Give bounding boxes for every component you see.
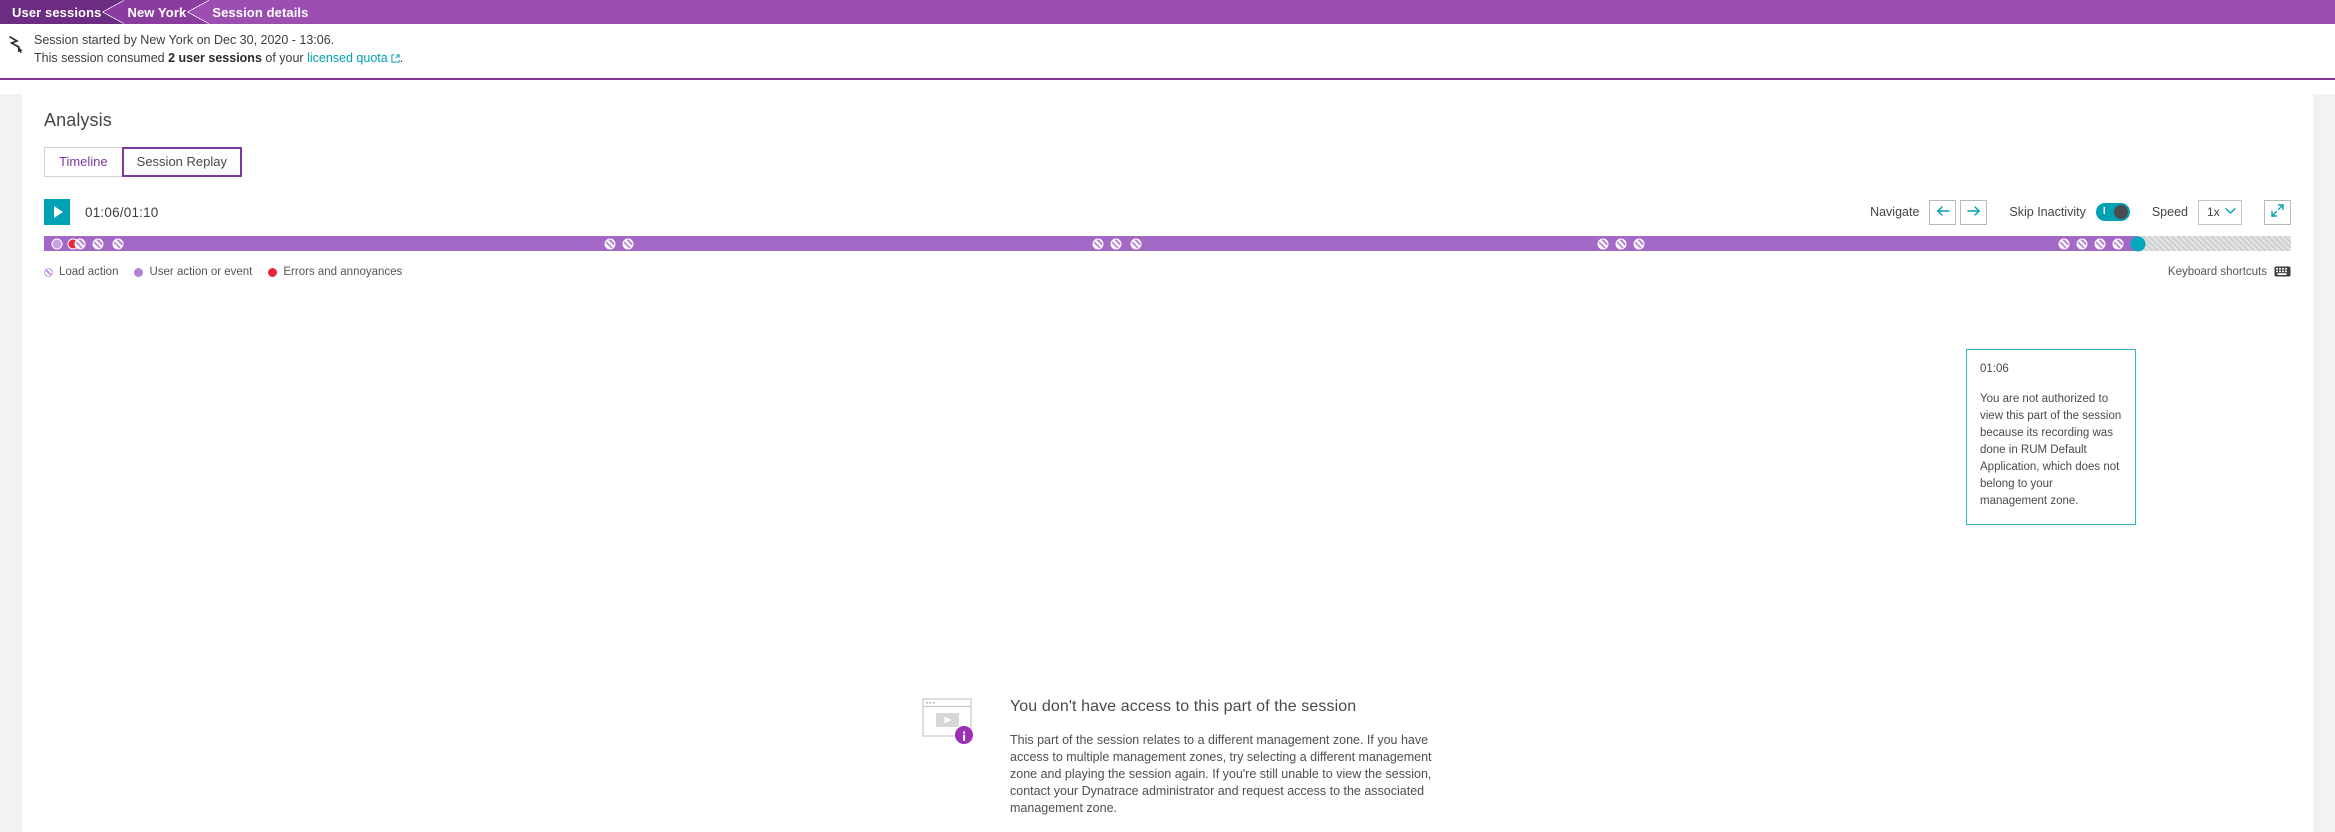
page-title: Analysis xyxy=(44,110,112,130)
timeline-playhead[interactable] xyxy=(2130,236,2146,251)
licensed-quota-link[interactable]: licensed quota xyxy=(307,51,388,65)
breadcrumb-item-user-sessions[interactable]: User sessions xyxy=(0,0,125,24)
timeline-marker-load[interactable] xyxy=(1130,238,1142,249)
session-info-text: Session started by New York on Dec 30, 2… xyxy=(34,32,403,68)
timeline-marker-load[interactable] xyxy=(2076,238,2088,249)
session-started-line: Session started by New York on Dec 30, 2… xyxy=(34,33,335,47)
no-access-empty-state: You don't have access to this part of th… xyxy=(922,694,1462,817)
unauthorized-tooltip: 01:06 You are not authorized to view thi… xyxy=(1966,349,2136,525)
legend-dot-user-icon xyxy=(134,267,144,277)
legend-dot-load-icon xyxy=(44,267,53,277)
browser-video-blocked-icon xyxy=(922,694,980,753)
navigate-next-button[interactable] xyxy=(1960,199,1988,225)
timeline-marker-load[interactable] xyxy=(2112,238,2124,249)
toggle-knob xyxy=(2113,205,2128,219)
chevron-down-icon xyxy=(2225,206,2236,218)
tooltip-time: 01:06 xyxy=(1980,363,2009,375)
breadcrumb-item-label: Session details xyxy=(212,4,309,20)
timeline[interactable] xyxy=(44,236,2291,251)
external-link-icon xyxy=(391,51,400,69)
timeline-legend: Load action User action or event Errors … xyxy=(44,263,2291,281)
legend-item-errors: Errors and annoyances xyxy=(268,266,402,278)
play-button[interactable] xyxy=(44,199,70,225)
session-info-strip: Session started by New York on Dec 30, 2… xyxy=(0,24,2335,80)
timeline-marker-load[interactable] xyxy=(1615,238,1627,249)
breadcrumb-item-new-york[interactable]: New York xyxy=(113,0,210,24)
legend-item-user-action: User action or event xyxy=(134,266,252,278)
tooltip-message: You are not authorized to view this part… xyxy=(1980,393,2122,507)
skip-inactivity-toggle[interactable]: I xyxy=(2095,203,2130,221)
tab-timeline[interactable]: Timeline xyxy=(44,147,123,177)
skip-inactivity-label: Skip Inactivity xyxy=(2009,205,2086,219)
legend-label: User action or event xyxy=(149,266,253,278)
navigate-prev-button[interactable] xyxy=(1929,199,1957,225)
page-body: Analysis Timeline Session Replay 01:06/0… xyxy=(0,94,2335,832)
tab-session-replay[interactable]: Session Replay xyxy=(121,147,242,177)
breadcrumb-wedge xyxy=(187,0,210,24)
timeline-marker-load[interactable] xyxy=(1597,238,1609,249)
legend-item-load-action: Load action xyxy=(44,266,118,278)
player-right-controls: Navigate Skip Inactivity I Speed 1x xyxy=(1870,199,2291,225)
analysis-tabs: Timeline Session Replay xyxy=(44,147,2291,177)
timeline-marker-load[interactable] xyxy=(74,238,86,249)
speed-select[interactable]: 1x xyxy=(2198,199,2242,225)
breadcrumb: User sessions New York Session details xyxy=(0,0,2335,24)
timeline-played-portion xyxy=(44,236,2139,251)
timeline-marker-load[interactable] xyxy=(2058,238,2070,249)
timeline-marker-load[interactable] xyxy=(112,238,124,249)
navigate-label: Navigate xyxy=(1870,205,1920,219)
empty-state-body: This part of the session relates to a di… xyxy=(1010,733,1432,815)
session-path-icon xyxy=(0,32,34,53)
timeline-marker-load[interactable] xyxy=(92,238,104,249)
legend-label: Load action xyxy=(59,266,119,278)
empty-state-title: You don't have access to this part of th… xyxy=(1010,698,1357,715)
breadcrumb-wedge xyxy=(102,0,125,24)
fullscreen-button[interactable] xyxy=(2264,199,2291,225)
speed-label: Speed xyxy=(2151,205,2188,219)
timeline-marker-load[interactable] xyxy=(1110,238,1122,249)
legend-dot-error-icon xyxy=(268,267,278,277)
quota-prefix: This session consumed xyxy=(34,50,169,65)
quota-count: 2 user sessions xyxy=(168,50,262,65)
timeline-marker-load[interactable] xyxy=(1092,238,1104,249)
playback-time: 01:06/01:10 xyxy=(85,204,159,220)
quota-suffix: . xyxy=(399,50,404,65)
toggle-on-mark: I xyxy=(2102,206,2106,217)
expand-icon xyxy=(2271,204,2284,220)
timeline-marker-load[interactable] xyxy=(2094,238,2106,249)
speed-value: 1x xyxy=(2207,205,2220,219)
player-controls: 01:06/01:10 Navigate Skip Inactivity I S… xyxy=(44,199,2291,225)
timeline-marker-load[interactable] xyxy=(622,238,634,249)
breadcrumb-item-label: New York xyxy=(127,4,187,20)
timeline-marker-user[interactable] xyxy=(51,238,63,249)
arrow-left-icon xyxy=(1936,204,1950,221)
session-quota-line: This session consumed 2 user sessions of… xyxy=(34,50,403,69)
analysis-card: Analysis Timeline Session Replay 01:06/0… xyxy=(22,94,2313,832)
empty-state-texts: You don't have access to this part of th… xyxy=(1010,694,1462,817)
breadcrumb-item-session-details[interactable]: Session details xyxy=(198,0,321,24)
keyboard-icon xyxy=(2274,266,2291,279)
quota-mid: of your xyxy=(261,50,308,65)
keyboard-shortcuts-label: Keyboard shortcuts xyxy=(2167,266,2267,278)
timeline-marker-load[interactable] xyxy=(1633,238,1645,249)
legend-label: Errors and annoyances xyxy=(283,266,403,278)
keyboard-shortcuts-button[interactable]: Keyboard shortcuts xyxy=(2168,266,2291,279)
arrow-right-icon xyxy=(1967,204,1981,221)
play-icon xyxy=(53,206,63,218)
timeline-marker-load[interactable] xyxy=(604,238,616,249)
breadcrumb-item-label: User sessions xyxy=(12,4,102,20)
